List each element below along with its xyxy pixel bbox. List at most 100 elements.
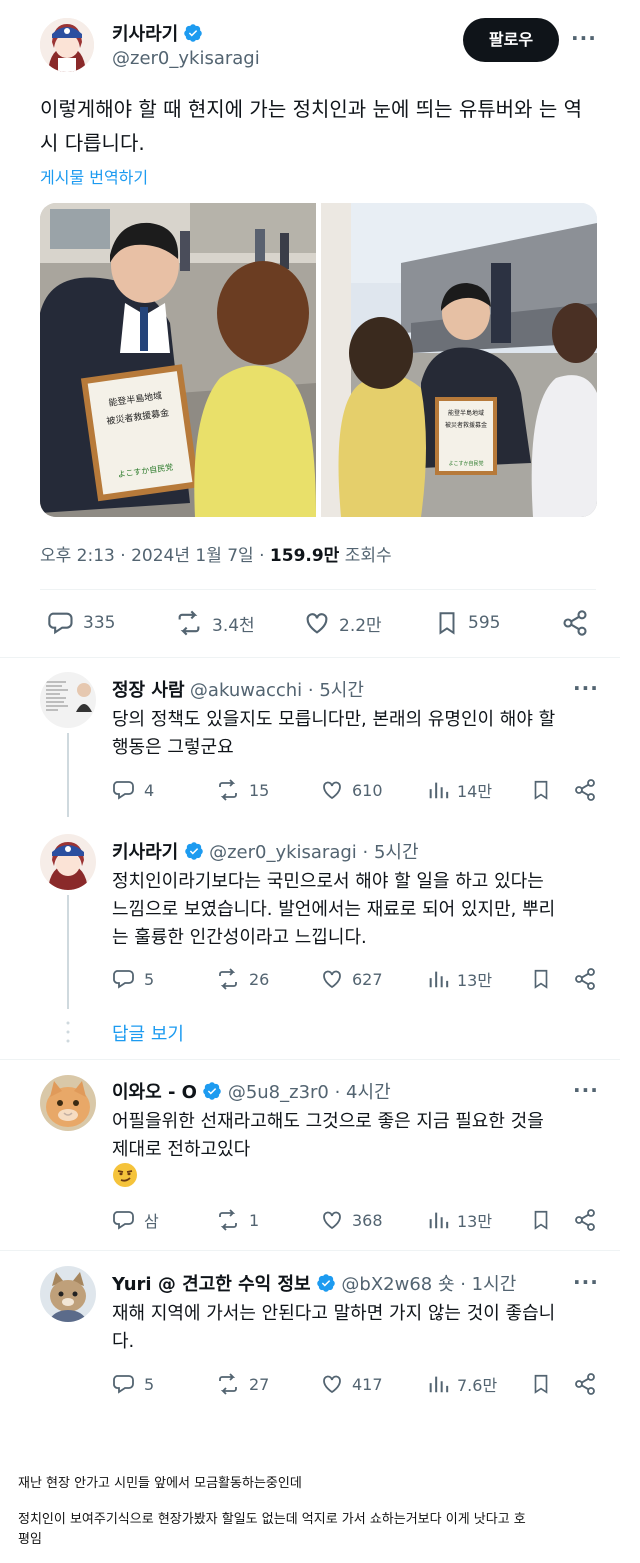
like-button[interactable]: 2.2만	[303, 609, 382, 637]
reply-time[interactable]: · 5시간	[357, 842, 419, 863]
heart-icon	[323, 1375, 341, 1394]
reply-reply-button[interactable]: 삼	[112, 1208, 159, 1232]
reply-views-button[interactable]: 7.6만	[427, 1372, 497, 1396]
author-name[interactable]: 키사라기	[112, 24, 178, 45]
tweet-time[interactable]: 오후 2:13 · 2024년 1월 7일 ·	[40, 546, 270, 566]
retweet-button[interactable]: 3.4천	[174, 609, 255, 637]
share-icon[interactable]	[573, 967, 597, 995]
reply-text-line: 어필을위한 선재라고해도 그것으로 좋은 지금 필요한 것을	[112, 1111, 544, 1132]
bookmark-icon[interactable]	[530, 778, 552, 806]
reply-reply-button[interactable]: 5	[112, 1372, 154, 1396]
reply-author-handle[interactable]: @akuwacchi	[190, 680, 302, 701]
caption-line: 정치인이 보여주기식으로 현장가봤자 할일도 없는데 억지로 가서 쇼하는거보다…	[18, 1512, 526, 1527]
reply-count: 5	[144, 1374, 155, 1394]
share-icon[interactable]	[573, 778, 597, 806]
thread-dots	[66, 1020, 70, 1044]
reply-time[interactable]: · 5시간	[302, 680, 364, 701]
reply-like-button[interactable]: 627	[320, 967, 383, 991]
reply-author-handle[interactable]: @bX2w68 숏	[341, 1274, 454, 1295]
reply-text: 재해 지역에 가서는 안된다고 말하면 가지 않는 것이 좋습니 다.	[112, 1300, 607, 1356]
divider	[0, 657, 620, 658]
reply-time[interactable]: · 4시간	[329, 1082, 391, 1103]
reply-retweet-button[interactable]: 27	[215, 1372, 269, 1396]
analytics-icon	[429, 782, 449, 799]
divider	[0, 1250, 620, 1251]
reply-icon	[113, 970, 134, 989]
retweet-count: 3.4천	[212, 615, 255, 636]
tweet-text: 이렇게해야 할 때 현지에 가는 정치인과 눈에 띄는 유튜버와 는 역시 다릅…	[40, 97, 582, 155]
reply-views-button[interactable]: 13만	[427, 967, 492, 991]
heart-icon	[323, 970, 341, 989]
reply-author-name[interactable]: 이와오 - O	[112, 1082, 197, 1103]
show-replies-link[interactable]: 답글 보기	[112, 1020, 184, 1046]
reply-like-button[interactable]: 368	[320, 1208, 383, 1232]
more-options-icon[interactable]: ···	[571, 26, 597, 50]
reply-like-button[interactable]: 610	[320, 778, 383, 802]
reply-reply-button[interactable]: 4	[112, 778, 154, 802]
reply-avatar-4[interactable]	[40, 1266, 96, 1322]
author-handle[interactable]: @zer0_ykisaragi	[112, 48, 260, 69]
more-options-icon[interactable]: ···	[573, 676, 599, 700]
reply-text-line: 당의 정책도 있을지도 모릅니다만, 본래의 유명인이 해야 할	[112, 709, 556, 730]
caption-line: 재난 현장 안가고 시민들 앞에서 모금활동하는중인데	[18, 1476, 302, 1491]
bookmark-icon[interactable]	[530, 1208, 552, 1236]
reply-avatar-2[interactable]	[40, 834, 96, 890]
reply-retweet-button[interactable]: 15	[215, 778, 269, 802]
reply-icon	[113, 1375, 134, 1394]
reply-count: 삼	[144, 1212, 159, 1231]
reply-author-handle[interactable]: @zer0_ykisaragi	[209, 842, 357, 863]
reply-time[interactable]: · 1시간	[455, 1274, 516, 1295]
analytics-icon	[429, 971, 449, 988]
reply-views-button[interactable]: 14만	[427, 778, 492, 802]
reply-like-button[interactable]: 417	[320, 1372, 383, 1396]
reply-author-name[interactable]: 키사라기	[112, 842, 178, 863]
reply-avatar-3[interactable]	[40, 1075, 96, 1131]
retweet-count: 27	[249, 1374, 270, 1394]
verified-badge-icon	[202, 1081, 222, 1101]
like-count: 2.2만	[339, 615, 382, 636]
author-avatar[interactable]	[40, 18, 94, 72]
retweet-count: 15	[249, 780, 270, 800]
share-icon[interactable]	[573, 1372, 597, 1400]
reply-views-button[interactable]: 13만	[427, 1208, 492, 1232]
bookmark-button[interactable]: 595	[434, 609, 500, 637]
reply-button[interactable]: 335	[47, 609, 115, 637]
reply-author-name[interactable]: 정장 사람	[112, 680, 185, 701]
donation-box-label-top-2: 能登半島地域	[448, 409, 484, 417]
bookmark-icon[interactable]	[530, 1372, 552, 1400]
tweet-photo-left[interactable]: 能登半島地域 被災者救援募金 よこすか自民党	[40, 203, 316, 517]
verified-badge-icon	[183, 23, 203, 43]
retweet-icon	[219, 779, 237, 801]
reply-count: 5	[144, 969, 155, 989]
reply-reply-button[interactable]: 5	[112, 967, 154, 991]
bookmark-icon[interactable]	[530, 967, 552, 995]
more-options-icon[interactable]: ···	[573, 1078, 599, 1102]
reply-icon	[113, 781, 134, 800]
follow-button[interactable]: 팔로우	[463, 18, 559, 62]
translate-link[interactable]: 게시물 번역하기	[40, 164, 148, 188]
reply-text: 어필을위한 선재라고해도 그것으로 좋은 지금 필요한 것을 제대로 전하고있다	[112, 1108, 602, 1164]
reply-retweet-button[interactable]: 1	[215, 1208, 259, 1232]
retweet-count: 26	[249, 969, 270, 989]
like-count: 627	[352, 969, 383, 989]
reply-retweet-button[interactable]: 26	[215, 967, 269, 991]
reply-text: 당의 정책도 있을지도 모릅니다만, 본래의 유명인이 해야 할 행동은 그렇군…	[112, 706, 602, 762]
bookmark-icon	[439, 612, 455, 635]
share-icon[interactable]	[561, 609, 589, 641]
reply-text-line: 제대로 전하고있다	[112, 1139, 251, 1160]
reply-icon	[113, 1211, 134, 1230]
retweet-icon	[178, 610, 200, 636]
reply-avatar-1[interactable]	[40, 672, 96, 728]
donation-box-label-bottom-2: よこすか自民党	[449, 460, 484, 467]
views-label: 조회수	[339, 546, 392, 566]
reply-text-line: 느낌으로 보였습니다. 발언에서는 재료로 되어 있지만, 뿌리	[112, 899, 556, 920]
reply-author-name[interactable]: Yuri @ 견고한 수익 정보	[112, 1274, 311, 1295]
more-options-icon[interactable]: ···	[573, 1270, 599, 1294]
views-count: 13만	[457, 971, 493, 990]
reply-text-line: 행동은 그렇군요	[112, 737, 234, 758]
tweet-photo-right[interactable]: 能登半島地域 被災者救援募金 よこすか自民党	[321, 203, 597, 517]
reply-count: 335	[83, 613, 116, 633]
divider	[0, 1059, 620, 1060]
share-icon[interactable]	[573, 1208, 597, 1236]
reply-author-handle[interactable]: @5u8_z3r0	[228, 1082, 329, 1103]
